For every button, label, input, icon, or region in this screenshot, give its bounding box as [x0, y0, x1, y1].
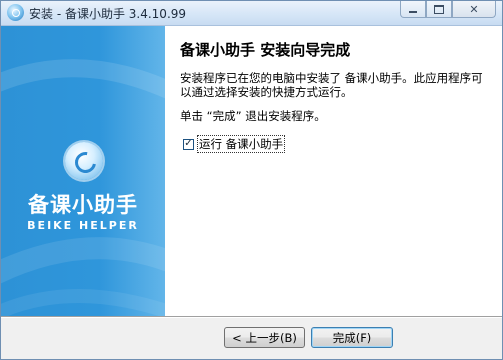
title-bar[interactable]: 安装 - 备课小助手 3.4.10.99 ✕	[1, 1, 502, 26]
brand-name-cn: 备课小助手	[28, 193, 138, 217]
wizard-banner: 备课小助手 BEIKE HELPER	[1, 26, 165, 316]
page-title: 备课小助手 安装向导完成	[180, 41, 351, 59]
minimize-button[interactable]	[400, 1, 426, 18]
app-icon	[7, 4, 24, 21]
wizard-content: 备课小助手 安装向导完成 安装程序已在您的电脑中安装了 备课小助手。此应用程序可…	[165, 26, 502, 316]
maximize-icon	[434, 4, 444, 14]
close-button[interactable]: ✕	[452, 1, 496, 18]
minimize-icon	[409, 11, 417, 13]
run-app-label[interactable]: 运行 备课小助手	[196, 135, 286, 153]
brand-name-en: BEIKE HELPER	[27, 219, 139, 232]
run-app-checkbox[interactable]: ✓	[183, 138, 194, 150]
maximize-button[interactable]	[426, 1, 452, 18]
button-separator	[1, 316, 502, 318]
completion-message: 安装程序已在您的电脑中安装了 备课小助手。此应用程序可以通过选择安装的快捷方式运…	[180, 71, 483, 99]
check-mark-icon: ✓	[184, 138, 193, 149]
finish-hint: 单击 “完成” 退出安装程序。	[180, 109, 326, 123]
installer-window: 安装 - 备课小助手 3.4.10.99 ✕ 备课小助手 BEIKE HELPE…	[0, 0, 503, 360]
close-icon: ✕	[469, 2, 479, 16]
beike-helper-logo-icon	[65, 142, 103, 180]
window-title: 安装 - 备课小助手 3.4.10.99	[29, 7, 187, 21]
run-app-option[interactable]: ✓ 运行 备课小助手	[183, 135, 286, 153]
back-button[interactable]: < 上一步(B)	[224, 327, 305, 348]
finish-button[interactable]: 完成(F)	[311, 327, 393, 348]
caption-buttons: ✕	[400, 1, 496, 19]
